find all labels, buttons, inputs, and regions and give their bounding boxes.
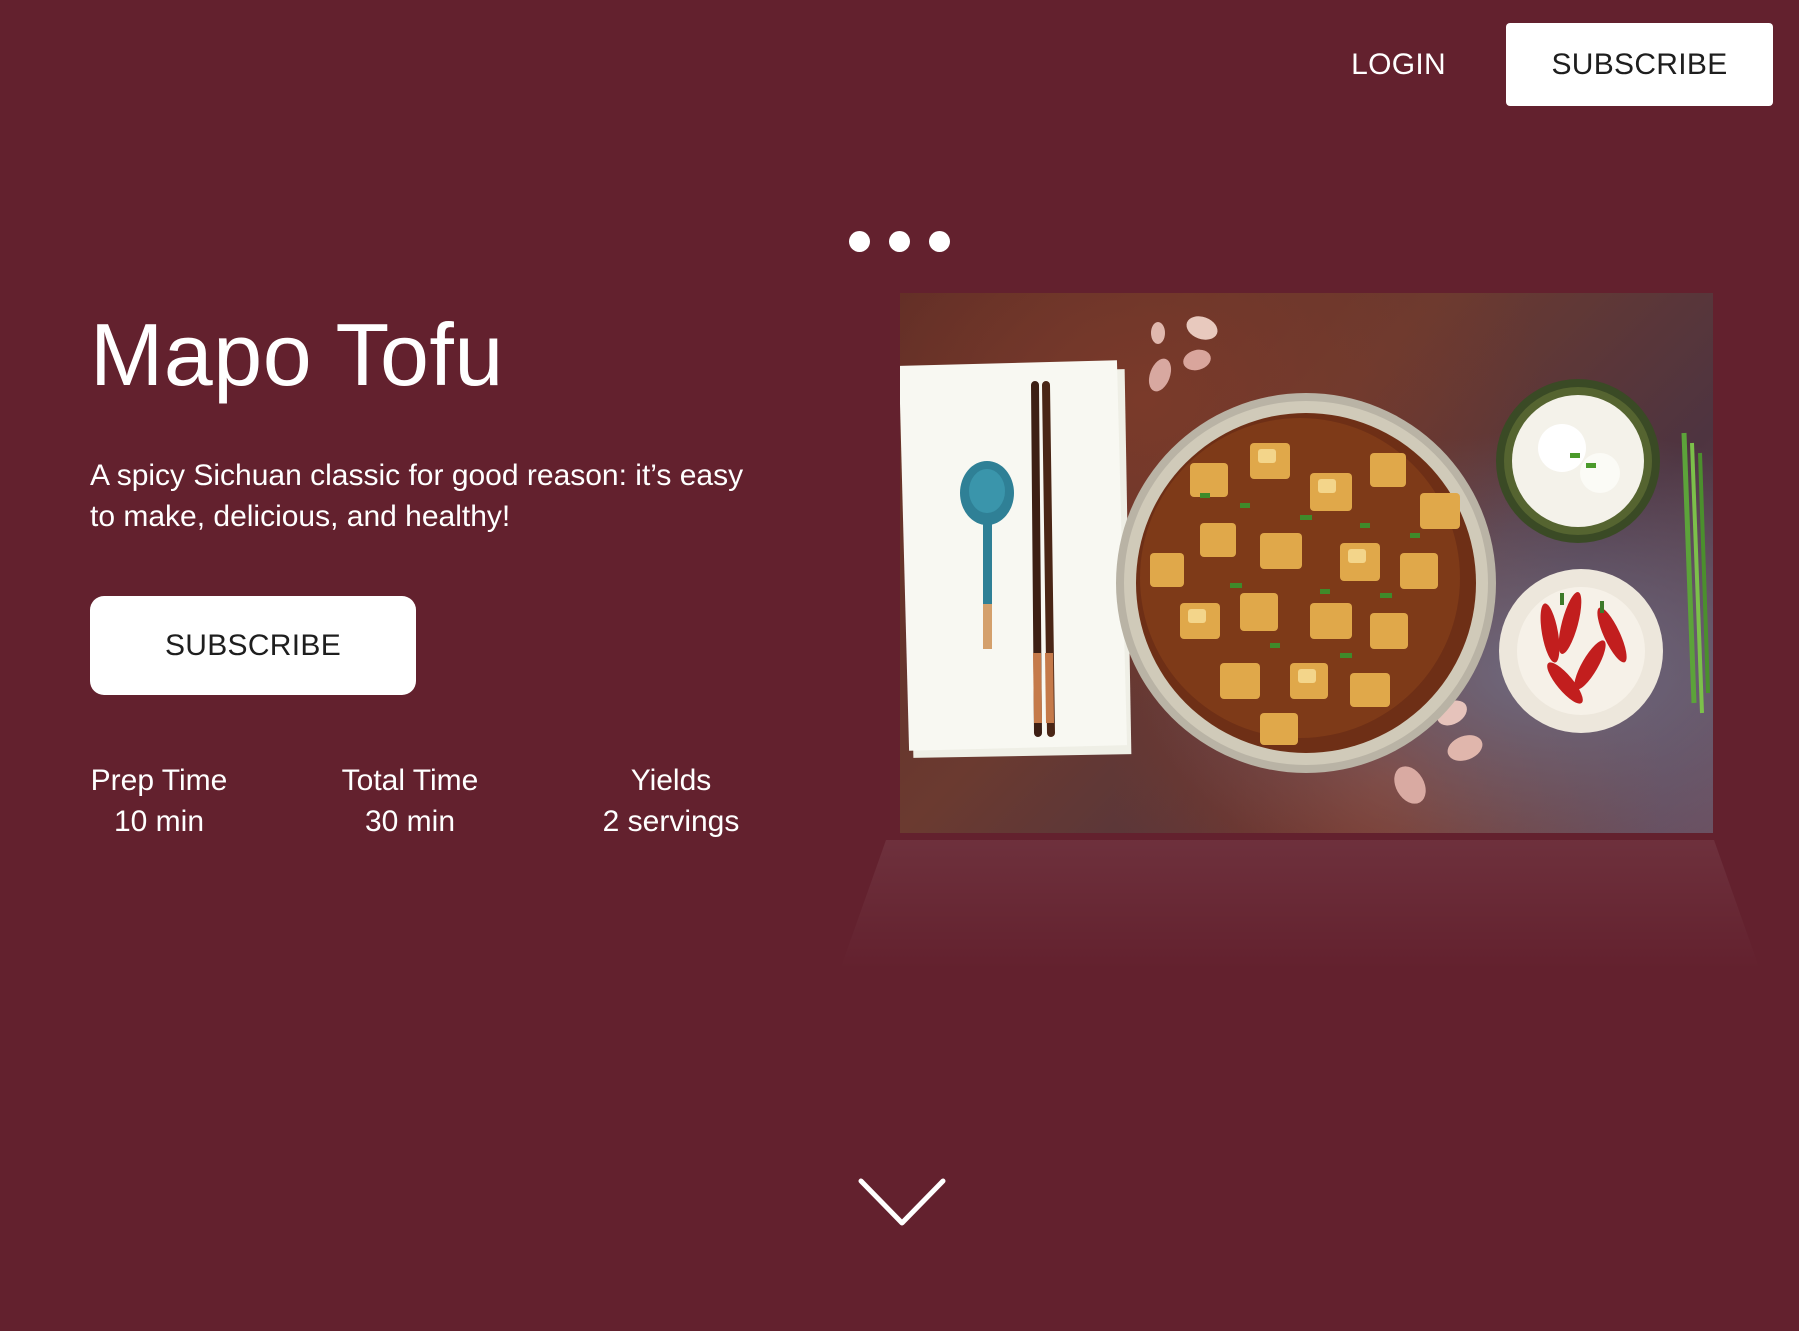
napkin [900,360,1132,758]
mapo-bowl [1116,393,1496,773]
carousel-dot-3[interactable] [929,231,950,252]
stat-value: 2 servings [602,805,740,838]
stat-prep-time: Prep Time 10 min [90,760,228,842]
hero-subscribe-button[interactable]: SUBSCRIBE [90,596,416,695]
hero-content: Mapo Tofu A spicy Sichuan classic for go… [90,295,770,695]
recipe-description: A spicy Sichuan classic for good reason:… [90,459,744,533]
stat-label: Total Time [341,764,479,797]
login-link[interactable]: LOGIN [1351,48,1446,82]
scallions [1681,432,1710,714]
carousel-dots [849,231,950,252]
stat-value: 10 min [113,805,205,838]
chevron-down-icon[interactable] [857,1175,947,1231]
stat-total-time: Total Time 30 min [340,760,480,842]
stat-value: 30 min [364,805,456,838]
stat-label: Yields [630,764,712,797]
chili-plate [1499,569,1663,733]
carousel-dot-1[interactable] [849,231,870,252]
mapo-tofu-illustration [900,316,1710,804]
rice-bowl [1496,379,1660,543]
top-nav: LOGIN SUBSCRIBE [1351,23,1773,106]
photo-reflection [840,840,1760,970]
recipe-stats: Prep Time 10 min Total Time 30 min Yield… [90,760,740,850]
stat-yields: Yields 2 servings [601,760,741,842]
recipe-photo [900,293,1713,833]
recipe-title: Mapo Tofu [90,305,504,404]
carousel-dot-2[interactable] [889,231,910,252]
stat-label: Prep Time [90,764,228,797]
nav-subscribe-button[interactable]: SUBSCRIBE [1506,23,1773,106]
